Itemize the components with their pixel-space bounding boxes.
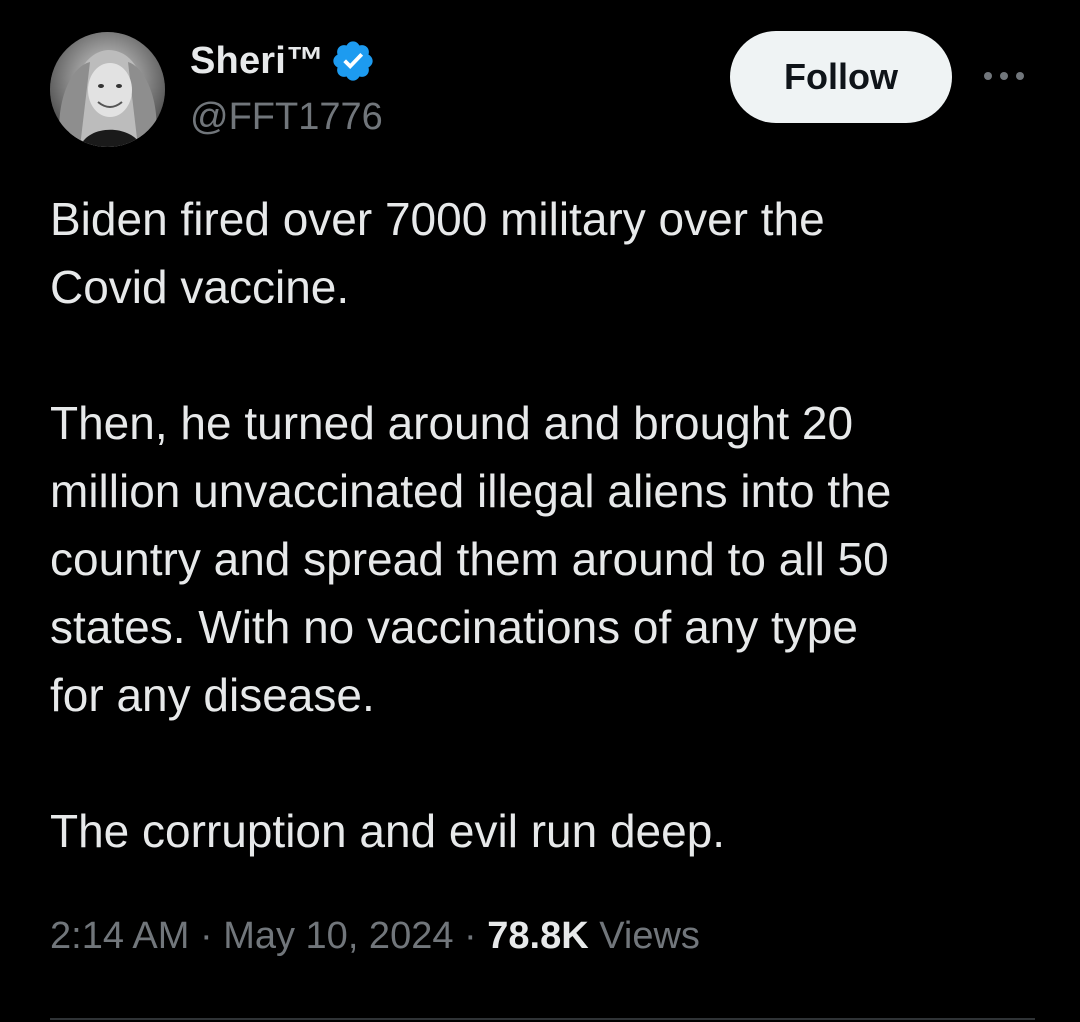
- divider: [50, 1018, 1035, 1020]
- tweet-line: country and spread them around to all 50: [50, 533, 889, 585]
- tweet-text: Biden fired over 7000 military over the …: [50, 185, 1040, 865]
- meta-separator: ·: [189, 915, 224, 957]
- tweet-meta: 2:14 AM · May 10, 2024 · 78.8K Views: [50, 915, 700, 958]
- tweet-line: million unvaccinated illegal aliens into…: [50, 465, 892, 517]
- views-count[interactable]: 78.8K: [487, 915, 588, 958]
- more-horizontal-icon[interactable]: [980, 60, 1028, 92]
- tweet-line: Biden fired over 7000 military over the: [50, 193, 825, 245]
- tweet-line: Then, he turned around and brought 20: [50, 397, 854, 449]
- author-display-name[interactable]: Sheri™: [190, 40, 324, 83]
- tweet-line: Covid vaccine.: [50, 261, 350, 313]
- meta-separator: ·: [453, 915, 488, 957]
- tweet-line: for any disease.: [50, 669, 375, 721]
- tweet-line: The corruption and evil run deep.: [50, 805, 726, 857]
- views-label: Views: [588, 915, 700, 957]
- tweet-date[interactable]: May 10, 2024: [223, 915, 453, 958]
- author-name-row: Sheri™: [190, 38, 376, 84]
- tweet-line: states. With no vaccinations of any type: [50, 601, 858, 653]
- profile-photo-icon: [50, 32, 165, 147]
- tweet-card: Sheri™ @FFT1776 Follow Biden fired over …: [0, 0, 1080, 1022]
- follow-button[interactable]: Follow: [730, 31, 952, 123]
- author-avatar[interactable]: [50, 32, 165, 147]
- author-handle[interactable]: @FFT1776: [190, 96, 383, 139]
- verified-badge-icon[interactable]: [330, 38, 376, 84]
- tweet-time[interactable]: 2:14 AM: [50, 915, 189, 958]
